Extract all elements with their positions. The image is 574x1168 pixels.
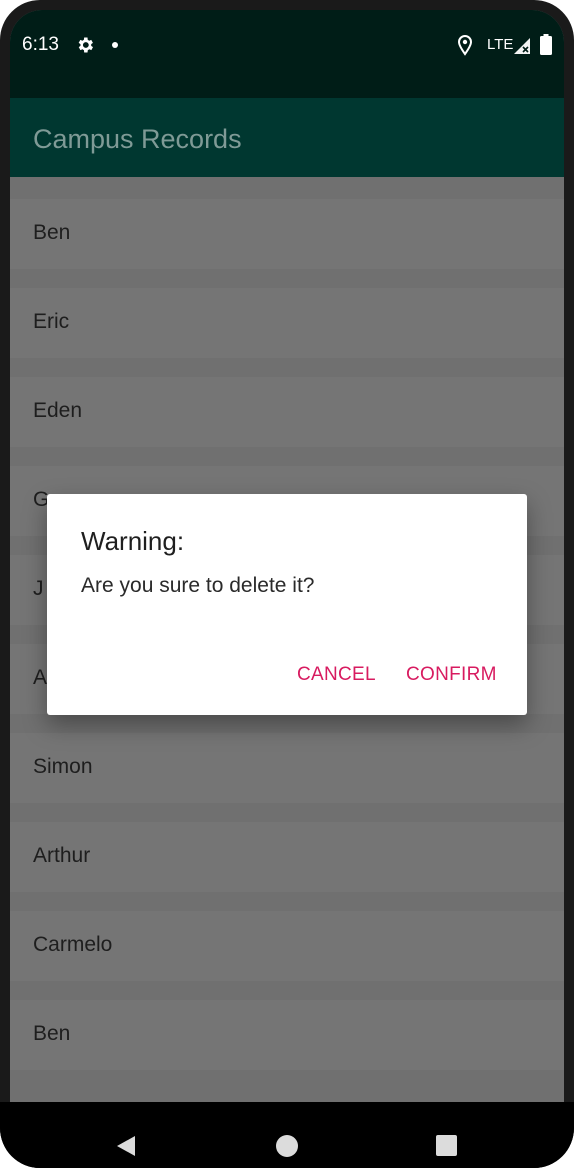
device-frame: 6:13 LTE Campus Records Ben Eric Eden G … (0, 0, 574, 1168)
screen: 6:13 LTE Campus Records Ben Eric Eden G … (10, 10, 564, 1158)
dialog-title: Warning: (81, 526, 185, 556)
recents-icon[interactable] (436, 1135, 457, 1156)
confirm-button[interactable]: CONFIRM (406, 664, 497, 686)
dialog-message: Are you sure to delete it? (81, 574, 315, 597)
warning-dialog: Warning: Are you sure to delete it? CANC… (47, 494, 527, 715)
cancel-button[interactable]: CANCEL (297, 664, 376, 686)
back-icon[interactable] (114, 1134, 138, 1158)
home-icon[interactable] (276, 1135, 298, 1157)
